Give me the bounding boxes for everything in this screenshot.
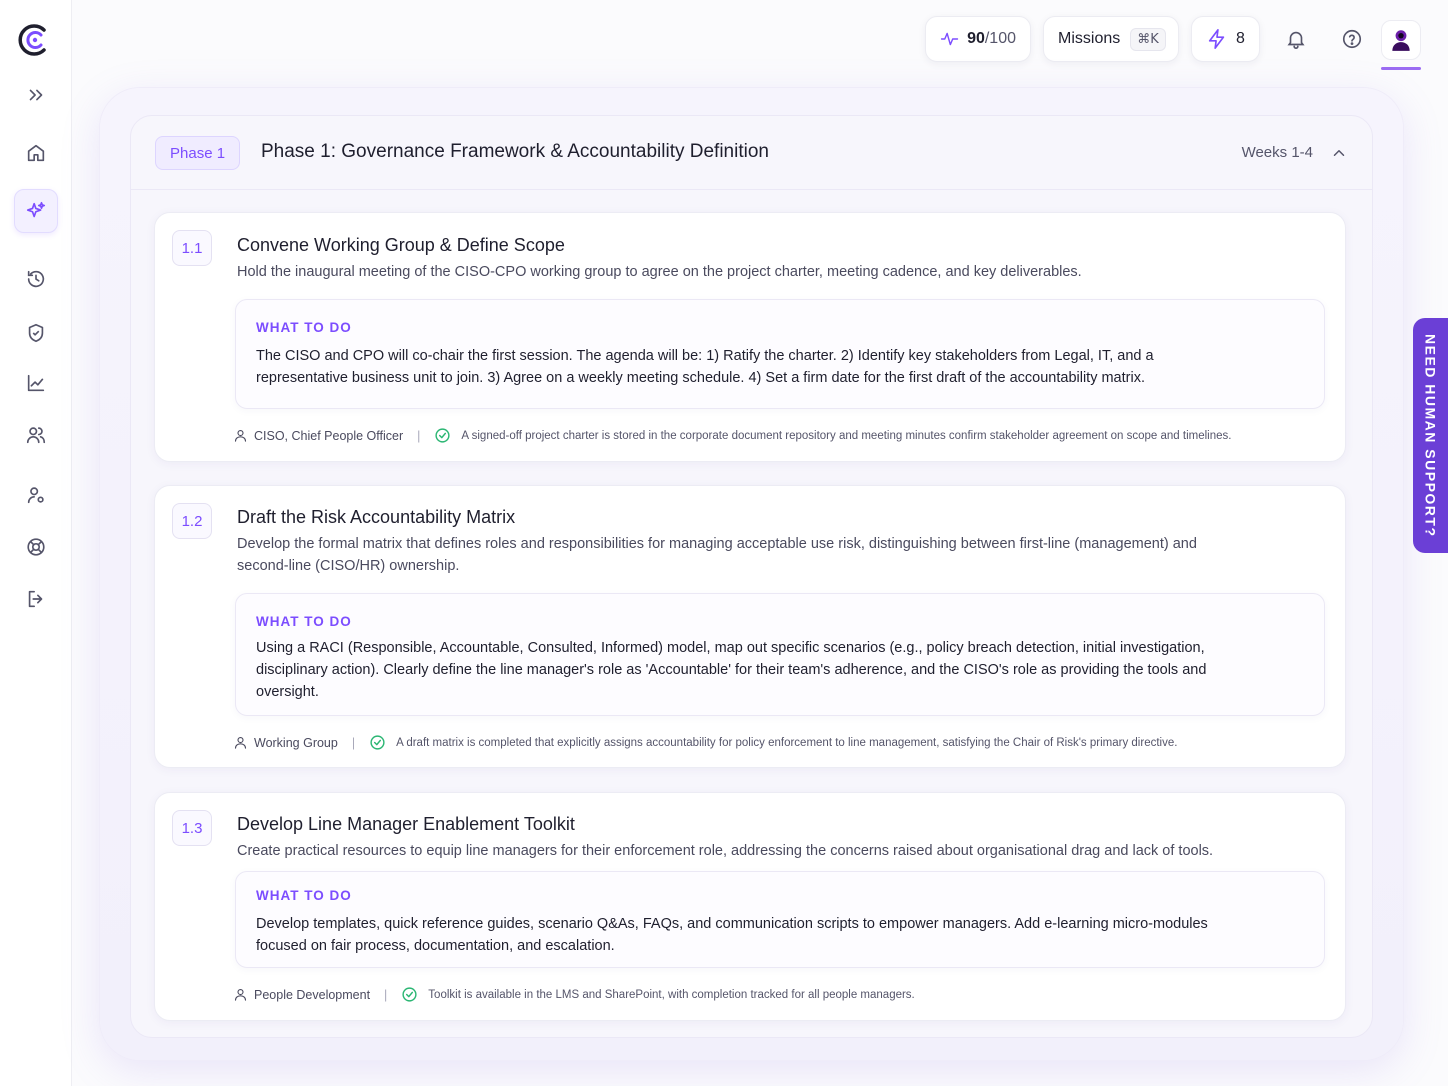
app-logo[interactable] (17, 22, 53, 58)
task-meta: CISO, Chief People Officer | A signed-of… (233, 427, 1231, 444)
expand-icon (29, 89, 43, 101)
user-icon (234, 736, 247, 749)
lifebuoy-icon (27, 538, 45, 556)
shield-icon (28, 323, 44, 343)
what-to-do-text: Develop templates, quick reference guide… (256, 916, 1208, 954)
energy-count: 8 (1236, 30, 1245, 47)
success-criteria: A draft matrix is completed that explici… (396, 736, 1178, 749)
missions-shortcut: ⌘K (1130, 27, 1166, 51)
what-to-do-box: WHAT TO DO Using a RACI (Responsible, Ac… (235, 593, 1325, 716)
nav-security[interactable] (14, 311, 58, 355)
success-criteria: A signed-off project charter is stored i… (461, 429, 1232, 442)
task-title: Convene Working Group & Define Scope (237, 235, 565, 255)
human-support-label: NEED HUMAN SUPPORT? (1422, 333, 1439, 538)
task-description: Create practical resources to equip line… (237, 843, 1214, 859)
chart-icon (27, 374, 45, 392)
phase-title: Phase 1: Governance Framework & Accounta… (261, 141, 769, 162)
what-to-do-label: WHAT TO DO (256, 320, 352, 335)
what-to-do-label: WHAT TO DO (256, 614, 352, 629)
sidebar (0, 0, 72, 1086)
task-card: 1.3 Develop Line Manager Enablement Tool… (154, 792, 1346, 1021)
task-card: 1.1 Convene Working Group & Define Scope… (154, 212, 1346, 462)
what-to-do-box: WHAT TO DO Develop templates, quick refe… (235, 871, 1325, 968)
nav-home[interactable] (14, 131, 58, 175)
help-icon (1342, 29, 1362, 49)
nav-history[interactable] (14, 257, 58, 301)
check-circle-icon (402, 987, 417, 1002)
task-number: 1.1 (172, 230, 212, 266)
task-meta: Working Group | A draft matrix is comple… (233, 734, 1177, 751)
user-icon (234, 429, 247, 442)
task-title: Develop Line Manager Enablement Toolkit (237, 814, 575, 834)
notifications-button[interactable] (1282, 25, 1310, 53)
avatar-active-indicator (1381, 67, 1421, 70)
user-settings-icon (27, 487, 44, 504)
missions-label: Missions (1058, 30, 1121, 47)
nav-missions[interactable] (14, 189, 58, 233)
nav-logout[interactable] (14, 577, 58, 621)
task-owner: Working Group (254, 735, 338, 750)
help-button[interactable] (1338, 25, 1366, 53)
meta-separator: | (384, 987, 388, 1002)
task-number: 1.3 (172, 810, 212, 846)
task-card: 1.2 Draft the Risk Accountability Matrix… (154, 485, 1346, 768)
human-support-tab[interactable]: NEED HUMAN SUPPORT? (1413, 318, 1448, 553)
meta-separator: | (351, 735, 356, 750)
energy-pill[interactable]: 8 (1191, 16, 1260, 62)
check-circle-icon (370, 735, 385, 750)
task-description: Develop the formal matrix that defines r… (237, 536, 1197, 574)
pulse-icon (940, 32, 959, 46)
phase-weeks: Weeks 1-4 (1241, 144, 1313, 161)
user-icon (234, 988, 247, 1001)
task-description: Hold the inaugural meeting of the CISO-C… (237, 264, 1082, 280)
task-owner: CISO, Chief People Officer (254, 428, 404, 443)
what-to-do-box: WHAT TO DO The CISO and CPO will co-chai… (235, 299, 1325, 409)
home-icon (27, 144, 45, 162)
success-criteria: Toolkit is available in the LMS and Shar… (428, 988, 915, 1001)
task-title: Draft the Risk Accountability Matrix (237, 507, 516, 527)
nav-support[interactable] (14, 525, 58, 569)
task-owner: People Development (254, 987, 371, 1002)
expand-sidebar-button[interactable] (14, 73, 58, 117)
what-to-do-text: The CISO and CPO will co-chair the first… (256, 348, 1154, 386)
avatar[interactable] (1381, 20, 1421, 60)
meta-separator: | (417, 428, 421, 443)
task-number: 1.2 (172, 503, 212, 539)
bolt-icon (1208, 29, 1225, 49)
what-to-do-label: WHAT TO DO (256, 888, 352, 903)
phase-badge: Phase 1 (155, 136, 241, 170)
missions-button[interactable]: Missions ⌘K (1043, 16, 1179, 62)
check-circle-icon (435, 428, 450, 443)
task-meta: People Development | Toolkit is availabl… (233, 986, 915, 1003)
users-icon (26, 427, 46, 444)
chevron-up-icon[interactable] (1330, 144, 1348, 162)
score-value: 90/100 (967, 30, 1016, 47)
score-pill[interactable]: 90/100 (925, 16, 1031, 62)
nav-team[interactable] (14, 413, 58, 457)
nav-user-settings[interactable] (14, 473, 58, 517)
sparkle-icon (26, 201, 46, 218)
logout-icon (28, 590, 43, 608)
bell-icon (1287, 31, 1305, 49)
history-icon (27, 270, 45, 288)
nav-analytics[interactable] (14, 361, 58, 405)
phase-header[interactable]: Phase 1 Phase 1: Governance Framework & … (131, 116, 1372, 190)
what-to-do-text: Using a RACI (Responsible, Accountable, … (256, 640, 1207, 700)
